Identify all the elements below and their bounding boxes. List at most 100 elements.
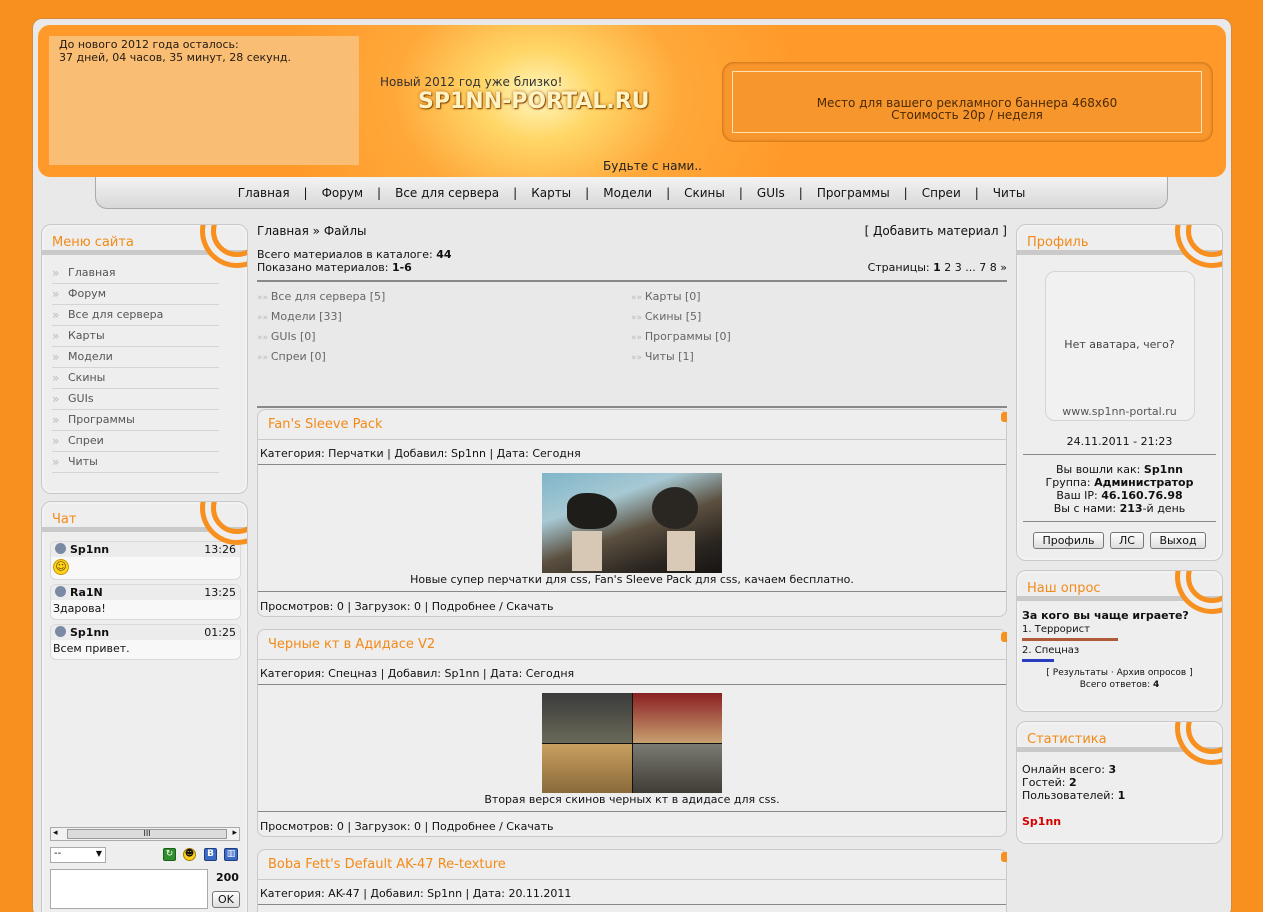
- add-material-link[interactable]: [ Добавить материал ]: [865, 224, 1007, 238]
- chat-message-header: Sp1nn 01:25: [51, 625, 240, 640]
- category-item[interactable]: Карты [0]: [631, 290, 1005, 303]
- poll-option: 1. Террорист: [1022, 624, 1090, 635]
- menu-item-maps[interactable]: Карты: [52, 326, 219, 347]
- ad-banner[interactable]: Место для вашего рекламного баннера 468x…: [722, 62, 1213, 142]
- page-link[interactable]: 2: [944, 261, 951, 274]
- bold-icon[interactable]: B: [204, 848, 217, 861]
- category-item[interactable]: GUIs [0]: [257, 330, 631, 343]
- category-name[interactable]: Карты: [645, 290, 682, 303]
- category-item[interactable]: Все для сервера [5]: [257, 290, 631, 303]
- swirl-decoration-icon: [1186, 571, 1222, 603]
- nav-link-guis[interactable]: GUIs: [743, 186, 799, 200]
- scroll-left-arrow-icon[interactable]: ◂: [53, 828, 58, 838]
- swirl-decoration-icon: [211, 225, 247, 257]
- chat-ok-button[interactable]: OK: [212, 891, 240, 908]
- entry-description: Новые супер перчатки для css, Fan's Slee…: [258, 573, 1006, 592]
- menu-item-models[interactable]: Модели: [52, 347, 219, 368]
- page-next-link[interactable]: »: [1000, 261, 1007, 274]
- menu-item-programs[interactable]: Программы: [52, 410, 219, 431]
- category-name[interactable]: Все для сервера: [271, 290, 366, 303]
- profile-title: Профиль: [1027, 235, 1089, 250]
- breadcrumb-home-link[interactable]: Главная: [257, 224, 309, 238]
- entry-title-link[interactable]: Boba Fett's Default AK-47 Re-texture: [268, 857, 506, 872]
- header-slogan: Новый 2012 год уже близко!: [380, 75, 563, 89]
- category-name[interactable]: Программы: [645, 330, 712, 343]
- poll-archive-link[interactable]: Архив опросов: [1117, 668, 1187, 678]
- smiley-picker-icon[interactable]: ☻: [183, 848, 196, 861]
- poll-links: [ Результаты · Архив опросов ]: [1046, 668, 1193, 678]
- menu-item-forum[interactable]: Форум: [52, 284, 219, 305]
- category-item[interactable]: Читы [1]: [631, 350, 1005, 363]
- corner-decoration-icon: [1001, 632, 1007, 642]
- chat-username[interactable]: Sp1nn: [70, 543, 109, 556]
- page-link[interactable]: 7: [979, 261, 986, 274]
- category-item[interactable]: Спреи [0]: [257, 350, 631, 363]
- users-label: Пользователей:: [1022, 789, 1115, 802]
- entry-thumbnail[interactable]: [542, 473, 722, 573]
- poll-bar: [1022, 638, 1118, 641]
- page-container: До нового 2012 года осталось: 37 дней, 0…: [32, 18, 1232, 912]
- scroll-right-arrow-icon[interactable]: ▸: [232, 828, 237, 838]
- nav-link-maps[interactable]: Карты: [517, 186, 585, 200]
- logout-button[interactable]: Выход: [1150, 532, 1206, 549]
- entry-footer[interactable]: Просмотров: 0 | Загрузок: 0 | Подробнее …: [258, 592, 1006, 615]
- page-link-current[interactable]: 1: [933, 261, 941, 274]
- menu-item-server[interactable]: Все для сервера: [52, 305, 219, 326]
- private-messages-button[interactable]: ЛС: [1110, 532, 1144, 549]
- category-name[interactable]: Модели: [271, 310, 316, 323]
- guests-label: Гостей:: [1022, 776, 1066, 789]
- poll-results-link[interactable]: Результаты: [1053, 668, 1108, 678]
- menu-item-skins[interactable]: Скины: [52, 368, 219, 389]
- nav-link-cheats[interactable]: Читы: [979, 186, 1040, 200]
- menu-item-guis[interactable]: GUIs: [52, 389, 219, 410]
- nav-link-home[interactable]: Главная: [224, 186, 304, 200]
- category-item[interactable]: Модели [33]: [257, 310, 631, 323]
- menu-item-cheats[interactable]: Читы: [52, 452, 219, 473]
- nav-link-skins[interactable]: Скины: [670, 186, 739, 200]
- chat-username[interactable]: Sp1nn: [70, 626, 109, 639]
- refresh-icon[interactable]: ↻: [163, 848, 176, 861]
- group-value: Администратор: [1094, 476, 1194, 489]
- category-name[interactable]: Спреи: [271, 350, 307, 363]
- thumbnail-quadrant: [542, 743, 632, 793]
- logged-user[interactable]: Sp1nn: [1144, 463, 1183, 476]
- chat-select[interactable]: -- ▼: [50, 847, 106, 863]
- nav-link-sprays[interactable]: Спреи: [908, 186, 975, 200]
- main-nav: Главная | Форум | Все для сервера | Карты | Моде…: [95, 177, 1168, 209]
- page-link[interactable]: 3: [955, 261, 962, 274]
- category-name[interactable]: Скины: [645, 310, 682, 323]
- page-link[interactable]: 8: [990, 261, 997, 274]
- profile-button[interactable]: Профиль: [1033, 532, 1104, 549]
- chat-message-input[interactable]: [50, 869, 208, 909]
- users-icon[interactable]: ▥: [224, 848, 238, 861]
- menu-item-home[interactable]: Главная: [52, 263, 219, 284]
- entry-footer[interactable]: Просмотров: 0 | Загрузок: 0 | Подробнее …: [258, 812, 1006, 835]
- category-name[interactable]: GUIs: [271, 330, 297, 343]
- chat-scroll-thumb[interactable]: III: [67, 829, 227, 839]
- chat-scrollbar[interactable]: ◂ III ▸: [50, 827, 240, 841]
- chat-time: 13:25: [204, 586, 236, 599]
- online-user-link[interactable]: Sp1nn: [1022, 815, 1217, 828]
- ip-value: 46.160.76.98: [1101, 489, 1183, 502]
- user-icon: [55, 543, 66, 554]
- chat-username[interactable]: Ra1N: [70, 586, 103, 599]
- online-label: Онлайн всего:: [1022, 763, 1105, 776]
- nav-link-server[interactable]: Все для сервера: [381, 186, 513, 200]
- nav-link-models[interactable]: Модели: [589, 186, 666, 200]
- entry-title-link[interactable]: Fan's Sleeve Pack: [268, 417, 383, 432]
- category-item[interactable]: Программы [0]: [631, 330, 1005, 343]
- site-logo-title[interactable]: SP1NN-PORTAL.RU: [418, 89, 650, 114]
- avatar[interactable]: Нет аватара, чего? www.sp1nn-portal.ru: [1044, 271, 1195, 421]
- divider: [257, 406, 1007, 408]
- menu-item-sprays[interactable]: Спреи: [52, 431, 219, 452]
- sleeve-shape: [667, 531, 695, 571]
- entry-title-link[interactable]: Черные кт в Адидасе V2: [268, 637, 435, 652]
- entry-thumbnail[interactable]: [542, 693, 722, 793]
- thumbnail-quadrant: [542, 693, 632, 743]
- category-item[interactable]: Скины [5]: [631, 310, 1005, 323]
- chat-header: Чат: [42, 502, 247, 534]
- nav-link-forum[interactable]: Форум: [308, 186, 377, 200]
- nav-link-programs[interactable]: Программы: [803, 186, 904, 200]
- poll-body: За кого вы чаще играете? 1. Террорист 2.…: [1017, 601, 1222, 690]
- category-name[interactable]: Читы: [645, 350, 675, 363]
